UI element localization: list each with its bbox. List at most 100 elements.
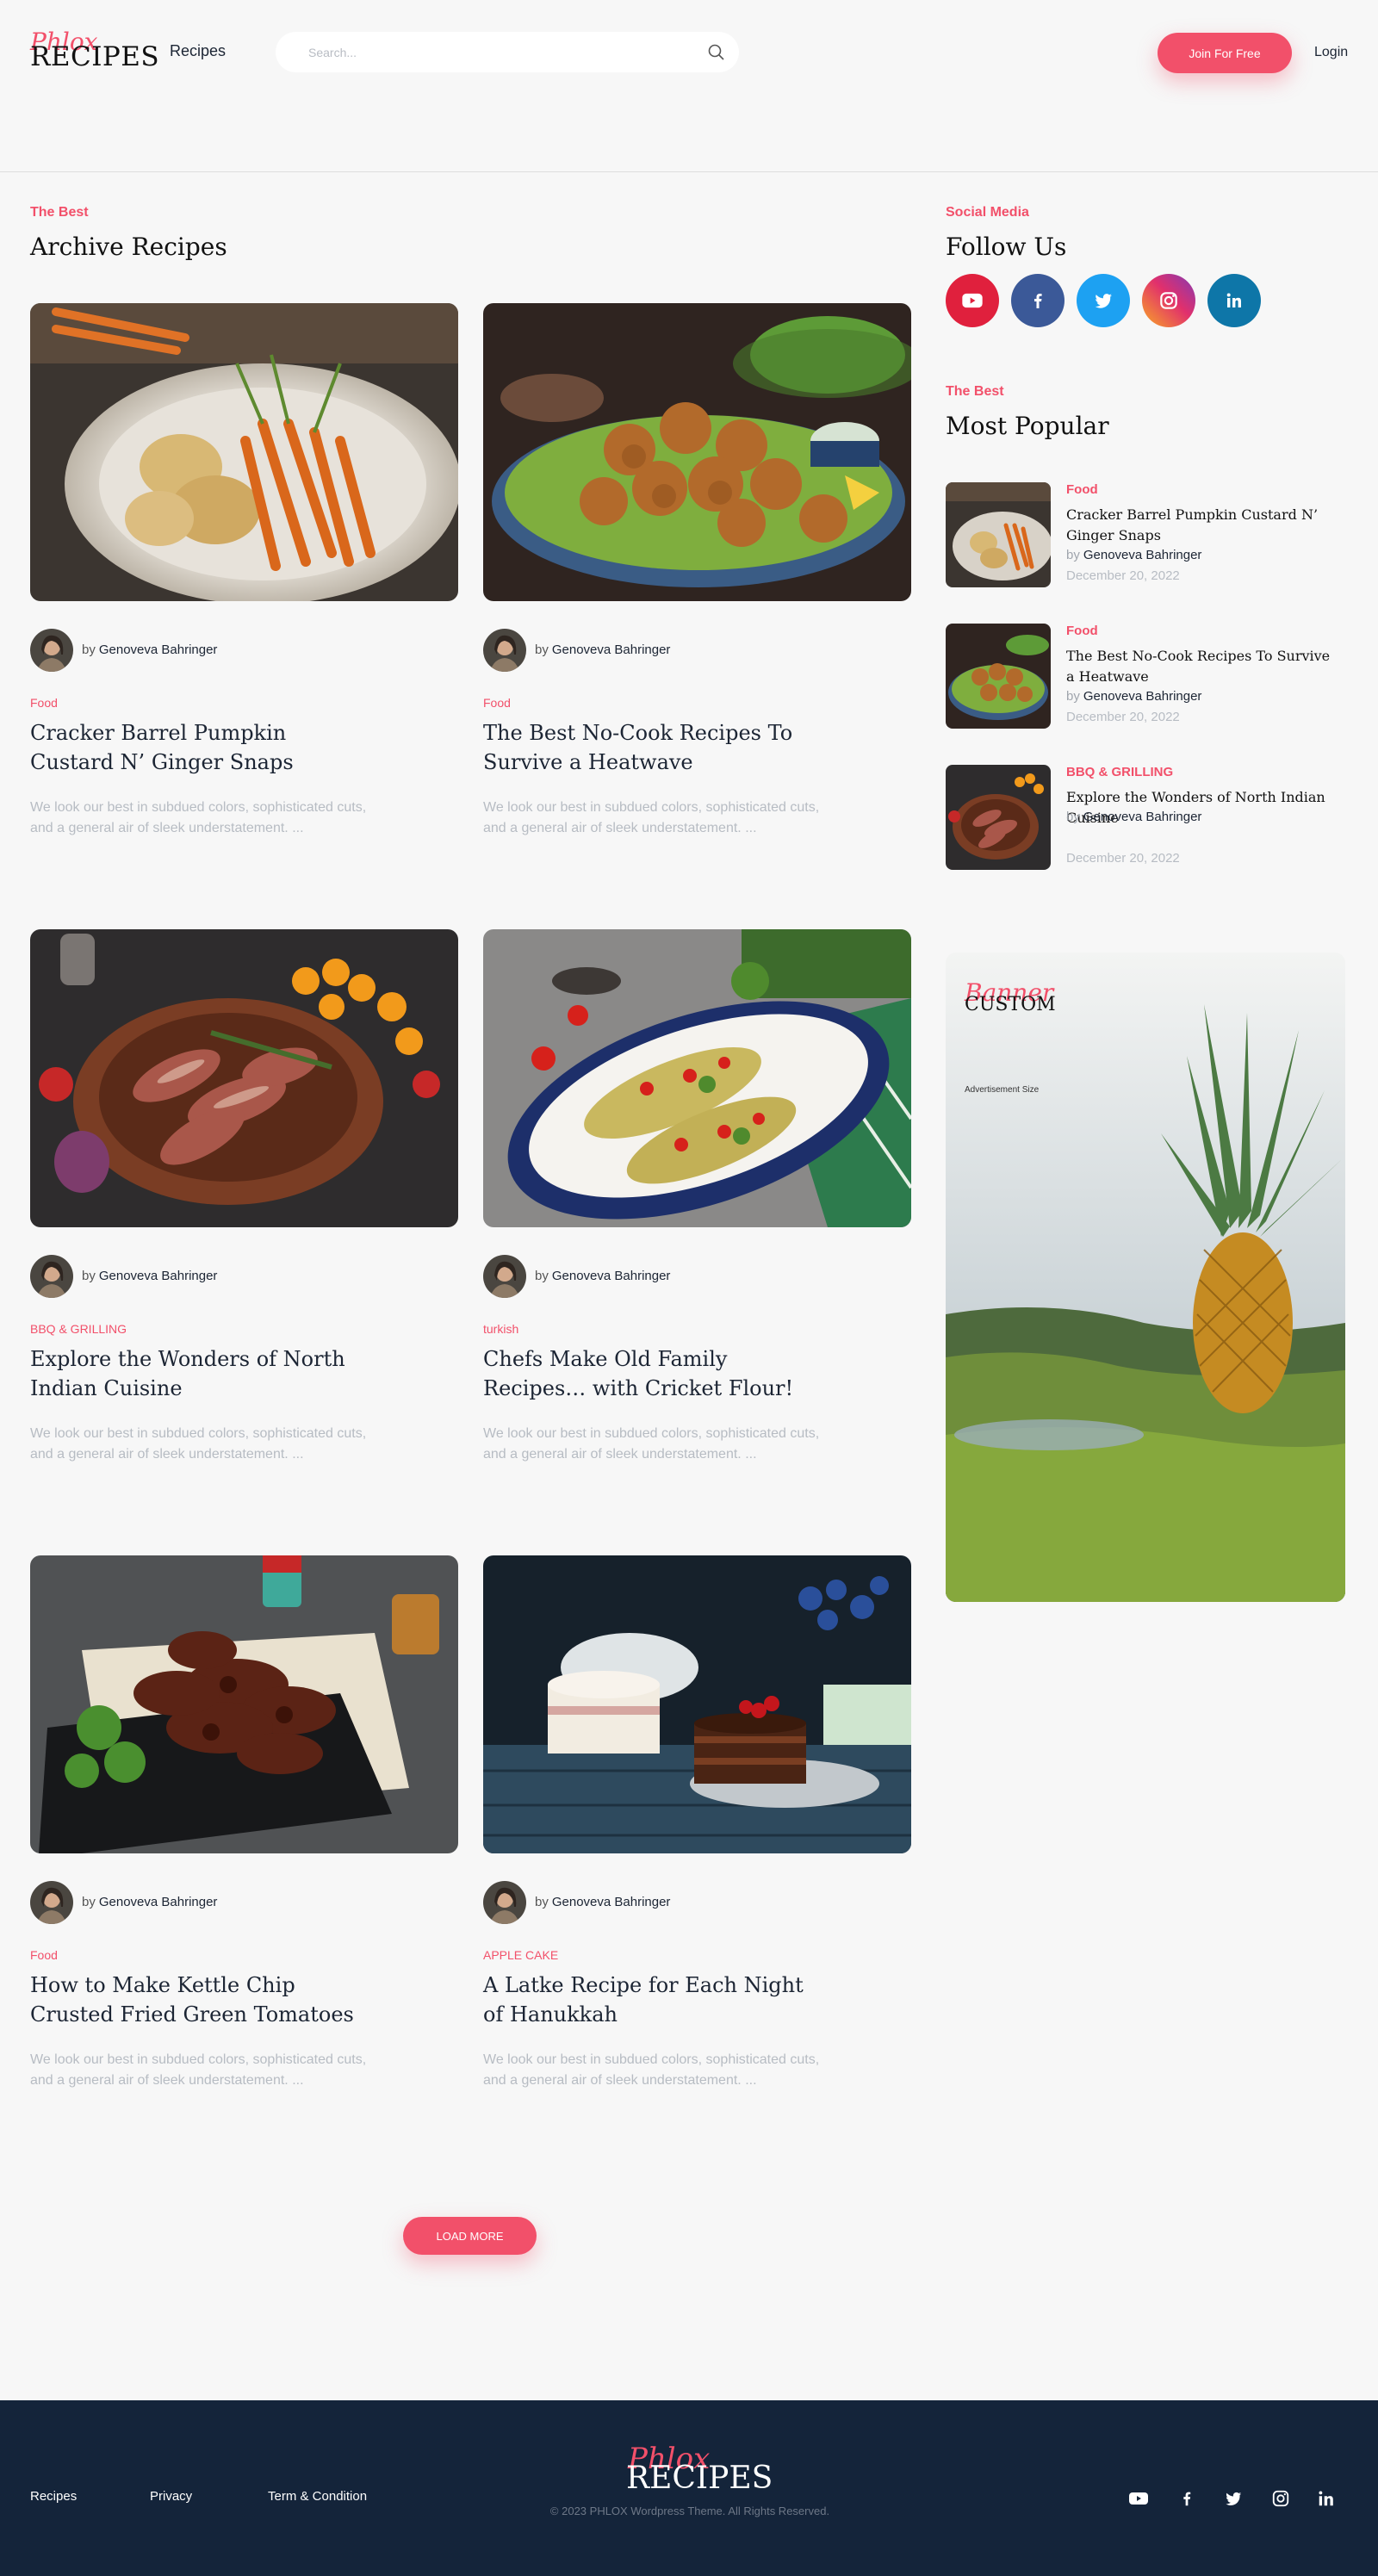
social-eyebrow: Social Media (946, 205, 1029, 220)
site-logo[interactable]: Phlox RECIPES (30, 28, 159, 72)
instagram-icon[interactable] (1142, 274, 1195, 327)
recipe-excerpt: We look our best in subdued colors, soph… (483, 2052, 820, 2088)
footer-link-terms[interactable]: Term & Condition (268, 2489, 367, 2504)
popular-thumbnail[interactable] (946, 624, 1051, 729)
popular-item[interactable]: Food The Best No-Cook Recipes To Survive… (946, 624, 1345, 729)
site-header: Phlox RECIPES Recipes Join For Free Logi… (0, 0, 1378, 172)
by-label: by (535, 642, 549, 657)
recipe-title[interactable]: How to Make Kettle Chip Crusted Fried Gr… (30, 1971, 375, 2029)
popular-date: December 20, 2022 (1066, 710, 1180, 724)
popular-item[interactable]: Food Cracker Barrel Pumpkin Custard N’ G… (946, 482, 1345, 587)
category-label[interactable]: turkish (483, 1322, 518, 1336)
nav-recipes-link[interactable]: Recipes (170, 42, 226, 60)
twitter-icon[interactable] (1077, 274, 1130, 327)
avatar[interactable] (30, 1881, 73, 1924)
popular-thumbnail[interactable] (946, 482, 1051, 587)
avatar[interactable] (483, 1881, 526, 1924)
by-label: by (535, 1895, 549, 1909)
recipe-image[interactable] (30, 1555, 458, 1853)
author-name[interactable]: Genoveva Bahringer (99, 1269, 218, 1283)
linkedin-icon[interactable] (1207, 274, 1261, 327)
avatar[interactable] (483, 1255, 526, 1298)
recipe-card[interactable]: by Genoveva Bahringer turkish Chefs Make … (483, 929, 911, 1463)
archive-title: Archive Recipes (30, 233, 227, 261)
recipe-card[interactable]: by Genoveva Bahringer Food How to Make Ke… (30, 1555, 458, 2089)
instagram-icon[interactable] (1270, 2488, 1291, 2509)
footer-link-recipes[interactable]: Recipes (30, 2489, 77, 2504)
category-label[interactable]: BBQ & GRILLING (30, 1322, 127, 1336)
copyright-text: © 2023 PHLOX Wordpress Theme. All Rights… (549, 2505, 830, 2517)
category-label[interactable]: APPLE CAKE (483, 1948, 558, 1962)
recipe-title[interactable]: Chefs Make Old Family Recipes… with Cric… (483, 1344, 828, 1403)
recipe-image[interactable] (30, 929, 458, 1227)
banner-main: CUSTOM (965, 994, 1056, 1015)
advertisement-banner[interactable]: Banner CUSTOM Advertisement Size (946, 953, 1345, 1602)
by-label: by (1066, 548, 1080, 562)
recipe-excerpt: We look our best in subdued colors, soph… (30, 800, 367, 835)
recipe-image[interactable] (483, 1555, 911, 1853)
youtube-icon[interactable] (1128, 2488, 1149, 2509)
avatar[interactable] (483, 629, 526, 672)
youtube-icon[interactable] (946, 274, 999, 327)
recipe-card[interactable]: by Genoveva Bahringer BBQ & GRILLING Expl… (30, 929, 458, 1463)
popular-item[interactable]: BBQ & GRILLING Explore the Wonders of No… (946, 765, 1345, 870)
author-name[interactable]: Genoveva Bahringer (552, 642, 671, 657)
popular-category[interactable]: Food (1066, 482, 1098, 497)
recipe-excerpt: We look our best in subdued colors, soph… (30, 1426, 367, 1462)
by-label: by (82, 1269, 96, 1283)
popular-thumbnail[interactable] (946, 765, 1051, 870)
avatar[interactable] (30, 629, 73, 672)
popular-item-title[interactable]: Cracker Barrel Pumpkin Custard N’ Ginger… (1066, 505, 1342, 546)
author-name[interactable]: Genoveva Bahringer (552, 1269, 671, 1283)
recipe-excerpt: We look our best in subdued colors, soph… (30, 2052, 367, 2088)
login-link[interactable]: Login (1314, 45, 1348, 60)
recipe-excerpt: We look our best in subdued colors, soph… (483, 1426, 820, 1462)
recipe-excerpt: We look our best in subdued colors, soph… (483, 800, 820, 835)
popular-item-title[interactable]: The Best No-Cook Recipes To Survive a He… (1066, 646, 1342, 687)
recipe-image[interactable] (30, 303, 458, 601)
popular-eyebrow: The Best (946, 384, 1004, 399)
recipe-card[interactable]: by Genoveva Bahringer Food The Best No-Co… (483, 303, 911, 837)
author-name[interactable]: Genoveva Bahringer (1083, 810, 1202, 824)
logo-main: RECIPES (30, 41, 160, 72)
popular-category[interactable]: BBQ & GRILLING (1066, 765, 1173, 779)
recipe-image[interactable] (483, 303, 911, 601)
search-icon[interactable] (706, 42, 727, 63)
recipe-title[interactable]: Cracker Barrel Pumpkin Custard N’ Ginger… (30, 718, 375, 777)
by-label: by (1066, 810, 1080, 824)
popular-date: December 20, 2022 (1066, 568, 1180, 583)
by-label: by (1066, 689, 1080, 704)
search-input[interactable] (308, 42, 670, 63)
category-label[interactable]: Food (30, 696, 58, 710)
banner-size-label: Advertisement Size (965, 1085, 1040, 1095)
facebook-icon[interactable] (1011, 274, 1065, 327)
category-label[interactable]: Food (30, 1948, 58, 1962)
author-name[interactable]: Genoveva Bahringer (552, 1895, 671, 1909)
author-name[interactable]: Genoveva Bahringer (99, 1895, 218, 1909)
avatar[interactable] (30, 1255, 73, 1298)
footer-link-privacy[interactable]: Privacy (150, 2489, 192, 2504)
twitter-icon[interactable] (1223, 2488, 1244, 2509)
recipe-title[interactable]: A Latke Recipe for Each Night of Hanukka… (483, 1971, 828, 2029)
author-name[interactable]: Genoveva Bahringer (1083, 548, 1202, 562)
footer-logo-main[interactable]: RECIPES (626, 2461, 773, 2496)
recipe-card[interactable]: by Genoveva Bahringer APPLE CAKE A Latke … (483, 1555, 911, 2089)
facebook-icon[interactable] (1176, 2488, 1197, 2509)
by-label: by (535, 1269, 549, 1283)
recipe-title[interactable]: Explore the Wonders of North Indian Cuis… (30, 1344, 375, 1403)
linkedin-icon[interactable] (1316, 2488, 1337, 2509)
archive-eyebrow: The Best (30, 205, 89, 220)
load-more-button[interactable]: LOAD MORE (403, 2217, 537, 2255)
by-label: by (82, 642, 96, 657)
join-for-free-button[interactable]: Join For Free (1158, 33, 1292, 73)
recipe-title[interactable]: The Best No-Cook Recipes To Survive a He… (483, 718, 828, 777)
author-name[interactable]: Genoveva Bahringer (1083, 689, 1202, 704)
recipe-card[interactable]: by Genoveva Bahringer Food Cracker Barrel… (30, 303, 458, 837)
popular-category[interactable]: Food (1066, 624, 1098, 638)
recipe-image[interactable] (483, 929, 911, 1227)
category-label[interactable]: Food (483, 696, 511, 710)
author-name[interactable]: Genoveva Bahringer (99, 642, 218, 657)
search-bar (276, 32, 739, 72)
popular-title: Most Popular (946, 412, 1109, 440)
social-title: Follow Us (946, 233, 1067, 261)
